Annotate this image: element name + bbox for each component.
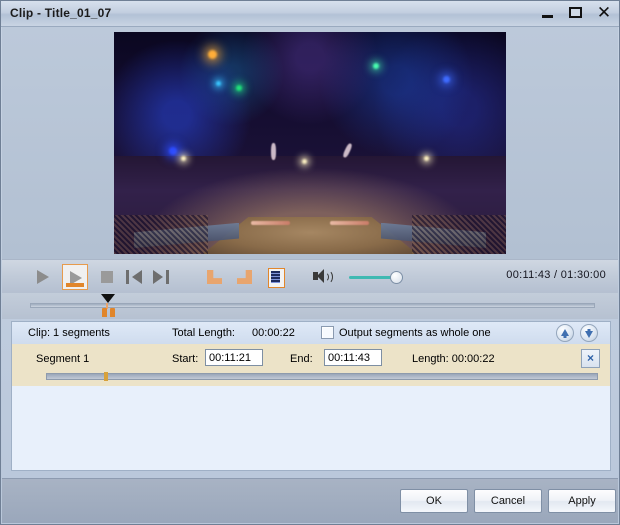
segment-mini-timeline[interactable] <box>46 373 598 380</box>
segment-length-label: Length: 00:00:22 <box>412 353 495 365</box>
next-button[interactable] <box>148 264 174 290</box>
cancel-button[interactable]: Cancel <box>474 489 542 513</box>
segment-name: Segment 1 <box>36 353 90 365</box>
volume-slider-knob[interactable] <box>390 271 403 284</box>
mark-in-icon <box>207 270 222 284</box>
video-stage-lamp-left <box>180 156 186 162</box>
move-down-button[interactable] <box>580 324 598 342</box>
video-spotlight-cyan <box>215 80 221 86</box>
play-icon <box>37 270 49 284</box>
video-performer-lying-right <box>329 220 369 225</box>
move-up-button[interactable] <box>556 324 574 342</box>
video-spotlight-green-right <box>372 63 379 70</box>
video-spotlight-amber <box>208 49 218 59</box>
minimize-icon[interactable] <box>539 4 557 22</box>
output-whole-label[interactable]: Output segments as whole one <box>339 327 491 339</box>
playhead-icon[interactable] <box>101 294 115 303</box>
video-preview-area <box>2 27 618 259</box>
segment-end-label: End: <box>290 353 313 365</box>
time-display: 00:11:43 / 01:30:00 <box>506 269 606 281</box>
mark-in-handle[interactable] <box>102 308 107 317</box>
timeline-scrubber[interactable] <box>2 293 618 319</box>
mark-out-icon <box>237 270 252 284</box>
segment-mini-marker[interactable] <box>104 372 108 381</box>
window-title: Clip - Title_01_07 <box>10 6 112 20</box>
video-performer-lying-left <box>251 220 291 225</box>
clip-segment-count: Clip: 1 segments <box>28 327 110 339</box>
previous-icon <box>126 270 129 284</box>
timeline-track[interactable] <box>30 303 595 308</box>
segment-list-empty-area <box>12 386 610 470</box>
previous-button[interactable] <box>121 264 147 290</box>
apply-button[interactable]: Apply <box>548 489 616 513</box>
add-segment-button[interactable] <box>262 264 288 290</box>
video-performer-standing-left <box>270 143 276 160</box>
ok-button[interactable]: OK <box>400 489 468 513</box>
volume-icon[interactable] <box>313 269 333 284</box>
set-end-time-button[interactable] <box>232 264 258 290</box>
window-controls: ✕ <box>539 4 613 22</box>
video-audience-right <box>411 214 506 254</box>
total-length-value: 00:00:22 <box>252 327 295 339</box>
clip-dialog-window: Clip - Title_01_07 ✕ 00:11:43 / 01:30:00… <box>0 0 620 525</box>
video-audience-left <box>114 214 209 254</box>
play-button[interactable] <box>30 264 56 290</box>
stop-button[interactable] <box>94 264 120 290</box>
segment-start-label: Start: <box>172 353 199 365</box>
video-frame[interactable] <box>114 32 506 254</box>
set-start-time-button[interactable] <box>202 264 228 290</box>
segment-start-input[interactable] <box>205 349 263 366</box>
play-clip-button[interactable] <box>62 264 88 290</box>
delete-segment-button[interactable]: × <box>581 349 600 368</box>
segment-row[interactable]: Segment 1 Start: End: Length: 00:00:22 × <box>12 344 610 387</box>
total-length-label: Total Length: <box>172 327 235 339</box>
transport-toolbar: 00:11:43 / 01:30:00 <box>2 259 618 295</box>
video-stage-lamp-mid <box>302 158 308 164</box>
video-spotlight-green <box>235 85 242 92</box>
next-bar <box>166 270 169 284</box>
segment-panel: Clip: 1 segments Total Length: 00:00:22 … <box>11 321 611 471</box>
play-clip-marker <box>66 283 84 287</box>
mark-out-handle[interactable] <box>110 308 115 317</box>
stop-icon <box>101 271 113 283</box>
dialog-footer: OK Cancel Apply <box>2 478 618 523</box>
segment-panel-header: Clip: 1 segments Total Length: 00:00:22 … <box>12 322 610 345</box>
maximize-icon[interactable] <box>567 4 585 22</box>
film-strip-icon <box>268 268 285 288</box>
segment-end-input[interactable] <box>324 349 382 366</box>
title-bar: Clip - Title_01_07 ✕ <box>1 1 619 27</box>
close-icon[interactable]: ✕ <box>595 4 613 22</box>
output-whole-checkbox[interactable] <box>321 326 334 339</box>
next-icon <box>153 270 163 284</box>
video-stage <box>114 156 506 254</box>
